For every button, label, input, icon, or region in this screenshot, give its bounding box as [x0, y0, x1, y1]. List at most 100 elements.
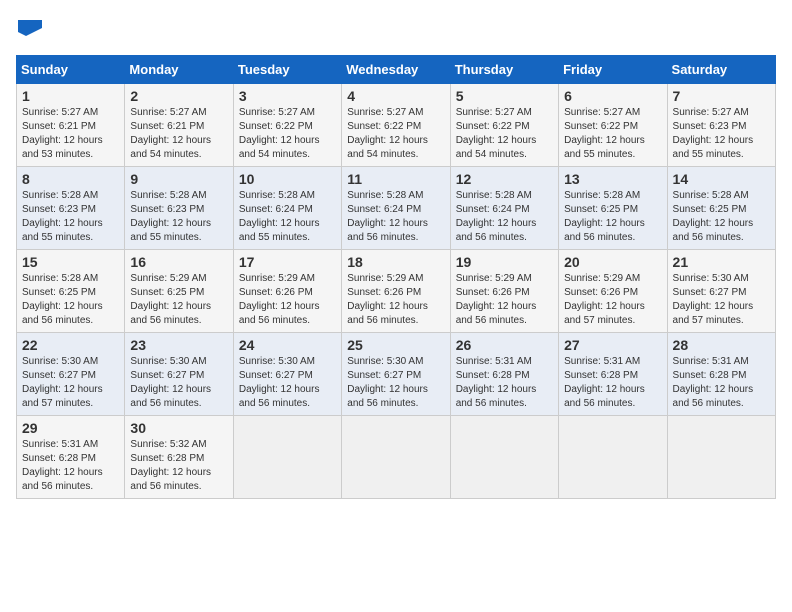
- calendar-cell: 3 Sunrise: 5:27 AMSunset: 6:22 PMDayligh…: [233, 84, 341, 167]
- calendar-cell: 20 Sunrise: 5:29 AMSunset: 6:26 PMDaylig…: [559, 250, 667, 333]
- day-info: Sunrise: 5:31 AMSunset: 6:28 PMDaylight:…: [456, 356, 537, 409]
- day-info: Sunrise: 5:28 AMSunset: 6:24 PMDaylight:…: [347, 190, 428, 243]
- calendar-week-row: 15 Sunrise: 5:28 AMSunset: 6:25 PMDaylig…: [17, 250, 776, 333]
- day-number: 29: [22, 420, 119, 436]
- day-info: Sunrise: 5:28 AMSunset: 6:25 PMDaylight:…: [673, 190, 754, 243]
- day-info: Sunrise: 5:27 AMSunset: 6:22 PMDaylight:…: [456, 107, 537, 160]
- calendar-cell: [559, 416, 667, 499]
- day-info: Sunrise: 5:30 AMSunset: 6:27 PMDaylight:…: [130, 356, 211, 409]
- day-number: 5: [456, 88, 553, 104]
- day-info: Sunrise: 5:27 AMSunset: 6:21 PMDaylight:…: [22, 107, 103, 160]
- calendar-cell: 6 Sunrise: 5:27 AMSunset: 6:22 PMDayligh…: [559, 84, 667, 167]
- header: [16, 16, 776, 45]
- day-info: Sunrise: 5:27 AMSunset: 6:22 PMDaylight:…: [564, 107, 645, 160]
- day-header-thursday: Thursday: [450, 56, 558, 84]
- day-number: 25: [347, 337, 444, 353]
- logo-icon: [18, 16, 42, 40]
- day-info: Sunrise: 5:27 AMSunset: 6:21 PMDaylight:…: [130, 107, 211, 160]
- calendar-week-row: 29 Sunrise: 5:31 AMSunset: 6:28 PMDaylig…: [17, 416, 776, 499]
- calendar-cell: 7 Sunrise: 5:27 AMSunset: 6:23 PMDayligh…: [667, 84, 775, 167]
- day-number: 4: [347, 88, 444, 104]
- calendar-cell: 24 Sunrise: 5:30 AMSunset: 6:27 PMDaylig…: [233, 333, 341, 416]
- calendar-cell: 29 Sunrise: 5:31 AMSunset: 6:28 PMDaylig…: [17, 416, 125, 499]
- calendar-week-row: 8 Sunrise: 5:28 AMSunset: 6:23 PMDayligh…: [17, 167, 776, 250]
- day-info: Sunrise: 5:30 AMSunset: 6:27 PMDaylight:…: [347, 356, 428, 409]
- calendar-cell: 15 Sunrise: 5:28 AMSunset: 6:25 PMDaylig…: [17, 250, 125, 333]
- calendar-cell: 2 Sunrise: 5:27 AMSunset: 6:21 PMDayligh…: [125, 84, 233, 167]
- calendar-cell: 12 Sunrise: 5:28 AMSunset: 6:24 PMDaylig…: [450, 167, 558, 250]
- day-info: Sunrise: 5:31 AMSunset: 6:28 PMDaylight:…: [22, 439, 103, 492]
- day-info: Sunrise: 5:27 AMSunset: 6:22 PMDaylight:…: [347, 107, 428, 160]
- day-info: Sunrise: 5:29 AMSunset: 6:26 PMDaylight:…: [564, 273, 645, 326]
- calendar-cell: 14 Sunrise: 5:28 AMSunset: 6:25 PMDaylig…: [667, 167, 775, 250]
- calendar-week-row: 22 Sunrise: 5:30 AMSunset: 6:27 PMDaylig…: [17, 333, 776, 416]
- calendar-cell: 18 Sunrise: 5:29 AMSunset: 6:26 PMDaylig…: [342, 250, 450, 333]
- calendar-cell: [233, 416, 341, 499]
- day-info: Sunrise: 5:31 AMSunset: 6:28 PMDaylight:…: [564, 356, 645, 409]
- day-number: 11: [347, 171, 444, 187]
- day-info: Sunrise: 5:30 AMSunset: 6:27 PMDaylight:…: [673, 273, 754, 326]
- day-info: Sunrise: 5:30 AMSunset: 6:27 PMDaylight:…: [239, 356, 320, 409]
- calendar-cell: 26 Sunrise: 5:31 AMSunset: 6:28 PMDaylig…: [450, 333, 558, 416]
- day-info: Sunrise: 5:30 AMSunset: 6:27 PMDaylight:…: [22, 356, 103, 409]
- day-info: Sunrise: 5:28 AMSunset: 6:24 PMDaylight:…: [456, 190, 537, 243]
- day-number: 13: [564, 171, 661, 187]
- calendar-table: SundayMondayTuesdayWednesdayThursdayFrid…: [16, 55, 776, 499]
- day-info: Sunrise: 5:29 AMSunset: 6:26 PMDaylight:…: [239, 273, 320, 326]
- day-number: 6: [564, 88, 661, 104]
- calendar-cell: 21 Sunrise: 5:30 AMSunset: 6:27 PMDaylig…: [667, 250, 775, 333]
- day-number: 2: [130, 88, 227, 104]
- calendar-week-row: 1 Sunrise: 5:27 AMSunset: 6:21 PMDayligh…: [17, 84, 776, 167]
- calendar-cell: 22 Sunrise: 5:30 AMSunset: 6:27 PMDaylig…: [17, 333, 125, 416]
- day-info: Sunrise: 5:29 AMSunset: 6:26 PMDaylight:…: [347, 273, 428, 326]
- day-header-sunday: Sunday: [17, 56, 125, 84]
- day-number: 14: [673, 171, 770, 187]
- day-info: Sunrise: 5:32 AMSunset: 6:28 PMDaylight:…: [130, 439, 211, 492]
- day-header-saturday: Saturday: [667, 56, 775, 84]
- day-number: 22: [22, 337, 119, 353]
- day-number: 3: [239, 88, 336, 104]
- calendar-cell: 10 Sunrise: 5:28 AMSunset: 6:24 PMDaylig…: [233, 167, 341, 250]
- day-info: Sunrise: 5:28 AMSunset: 6:25 PMDaylight:…: [22, 273, 103, 326]
- calendar-header-row: SundayMondayTuesdayWednesdayThursdayFrid…: [17, 56, 776, 84]
- day-header-wednesday: Wednesday: [342, 56, 450, 84]
- day-number: 20: [564, 254, 661, 270]
- day-info: Sunrise: 5:27 AMSunset: 6:23 PMDaylight:…: [673, 107, 754, 160]
- day-number: 15: [22, 254, 119, 270]
- day-info: Sunrise: 5:28 AMSunset: 6:25 PMDaylight:…: [564, 190, 645, 243]
- day-info: Sunrise: 5:31 AMSunset: 6:28 PMDaylight:…: [673, 356, 754, 409]
- day-number: 12: [456, 171, 553, 187]
- day-number: 17: [239, 254, 336, 270]
- calendar-cell: 11 Sunrise: 5:28 AMSunset: 6:24 PMDaylig…: [342, 167, 450, 250]
- logo: [16, 16, 40, 45]
- day-number: 16: [130, 254, 227, 270]
- day-info: Sunrise: 5:29 AMSunset: 6:25 PMDaylight:…: [130, 273, 211, 326]
- day-number: 10: [239, 171, 336, 187]
- day-number: 24: [239, 337, 336, 353]
- calendar-cell: 8 Sunrise: 5:28 AMSunset: 6:23 PMDayligh…: [17, 167, 125, 250]
- calendar-cell: 4 Sunrise: 5:27 AMSunset: 6:22 PMDayligh…: [342, 84, 450, 167]
- day-info: Sunrise: 5:28 AMSunset: 6:24 PMDaylight:…: [239, 190, 320, 243]
- day-number: 7: [673, 88, 770, 104]
- calendar-cell: [342, 416, 450, 499]
- day-header-monday: Monday: [125, 56, 233, 84]
- day-info: Sunrise: 5:29 AMSunset: 6:26 PMDaylight:…: [456, 273, 537, 326]
- calendar-cell: 25 Sunrise: 5:30 AMSunset: 6:27 PMDaylig…: [342, 333, 450, 416]
- day-number: 30: [130, 420, 227, 436]
- day-info: Sunrise: 5:28 AMSunset: 6:23 PMDaylight:…: [22, 190, 103, 243]
- day-header-tuesday: Tuesday: [233, 56, 341, 84]
- calendar-cell: 27 Sunrise: 5:31 AMSunset: 6:28 PMDaylig…: [559, 333, 667, 416]
- day-number: 8: [22, 171, 119, 187]
- day-number: 23: [130, 337, 227, 353]
- calendar-cell: 16 Sunrise: 5:29 AMSunset: 6:25 PMDaylig…: [125, 250, 233, 333]
- calendar-cell: 9 Sunrise: 5:28 AMSunset: 6:23 PMDayligh…: [125, 167, 233, 250]
- calendar-cell: 28 Sunrise: 5:31 AMSunset: 6:28 PMDaylig…: [667, 333, 775, 416]
- calendar-cell: [450, 416, 558, 499]
- day-header-friday: Friday: [559, 56, 667, 84]
- day-number: 18: [347, 254, 444, 270]
- calendar-cell: 5 Sunrise: 5:27 AMSunset: 6:22 PMDayligh…: [450, 84, 558, 167]
- calendar-cell: 19 Sunrise: 5:29 AMSunset: 6:26 PMDaylig…: [450, 250, 558, 333]
- calendar-cell: 17 Sunrise: 5:29 AMSunset: 6:26 PMDaylig…: [233, 250, 341, 333]
- calendar-cell: 30 Sunrise: 5:32 AMSunset: 6:28 PMDaylig…: [125, 416, 233, 499]
- day-number: 28: [673, 337, 770, 353]
